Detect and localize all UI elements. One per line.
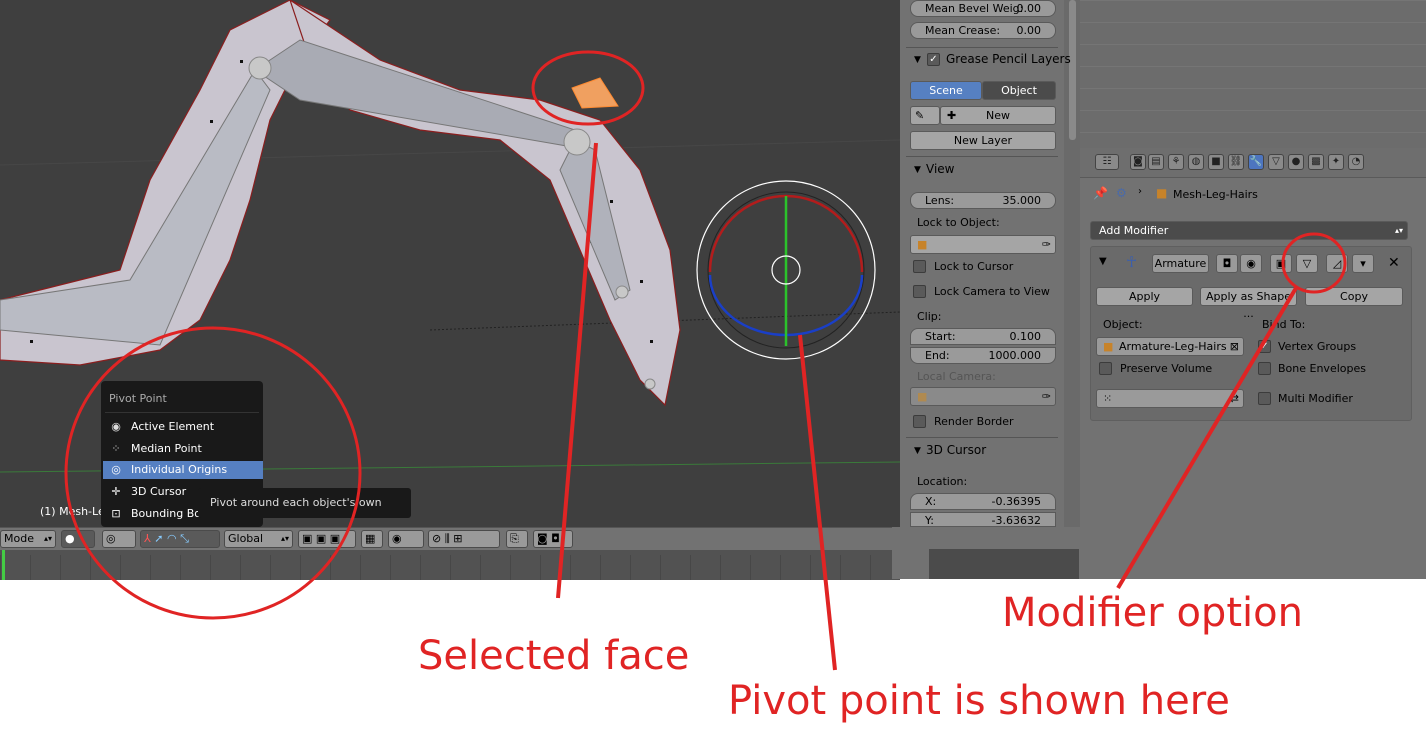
modifier-option-annotation: Modifier option	[1002, 590, 1303, 636]
pivot-menu-circle	[64, 326, 362, 620]
pivot-point-arrow	[798, 334, 837, 671]
pivot-point-annotation: Pivot point is shown here	[728, 678, 1230, 724]
selected-face-annotation: Selected face	[418, 633, 690, 679]
selected-face-circle	[531, 50, 645, 126]
modifier-option-circle	[1281, 232, 1347, 294]
modifier-option-arrow	[1116, 286, 1298, 590]
selected-face-arrow	[556, 142, 598, 599]
